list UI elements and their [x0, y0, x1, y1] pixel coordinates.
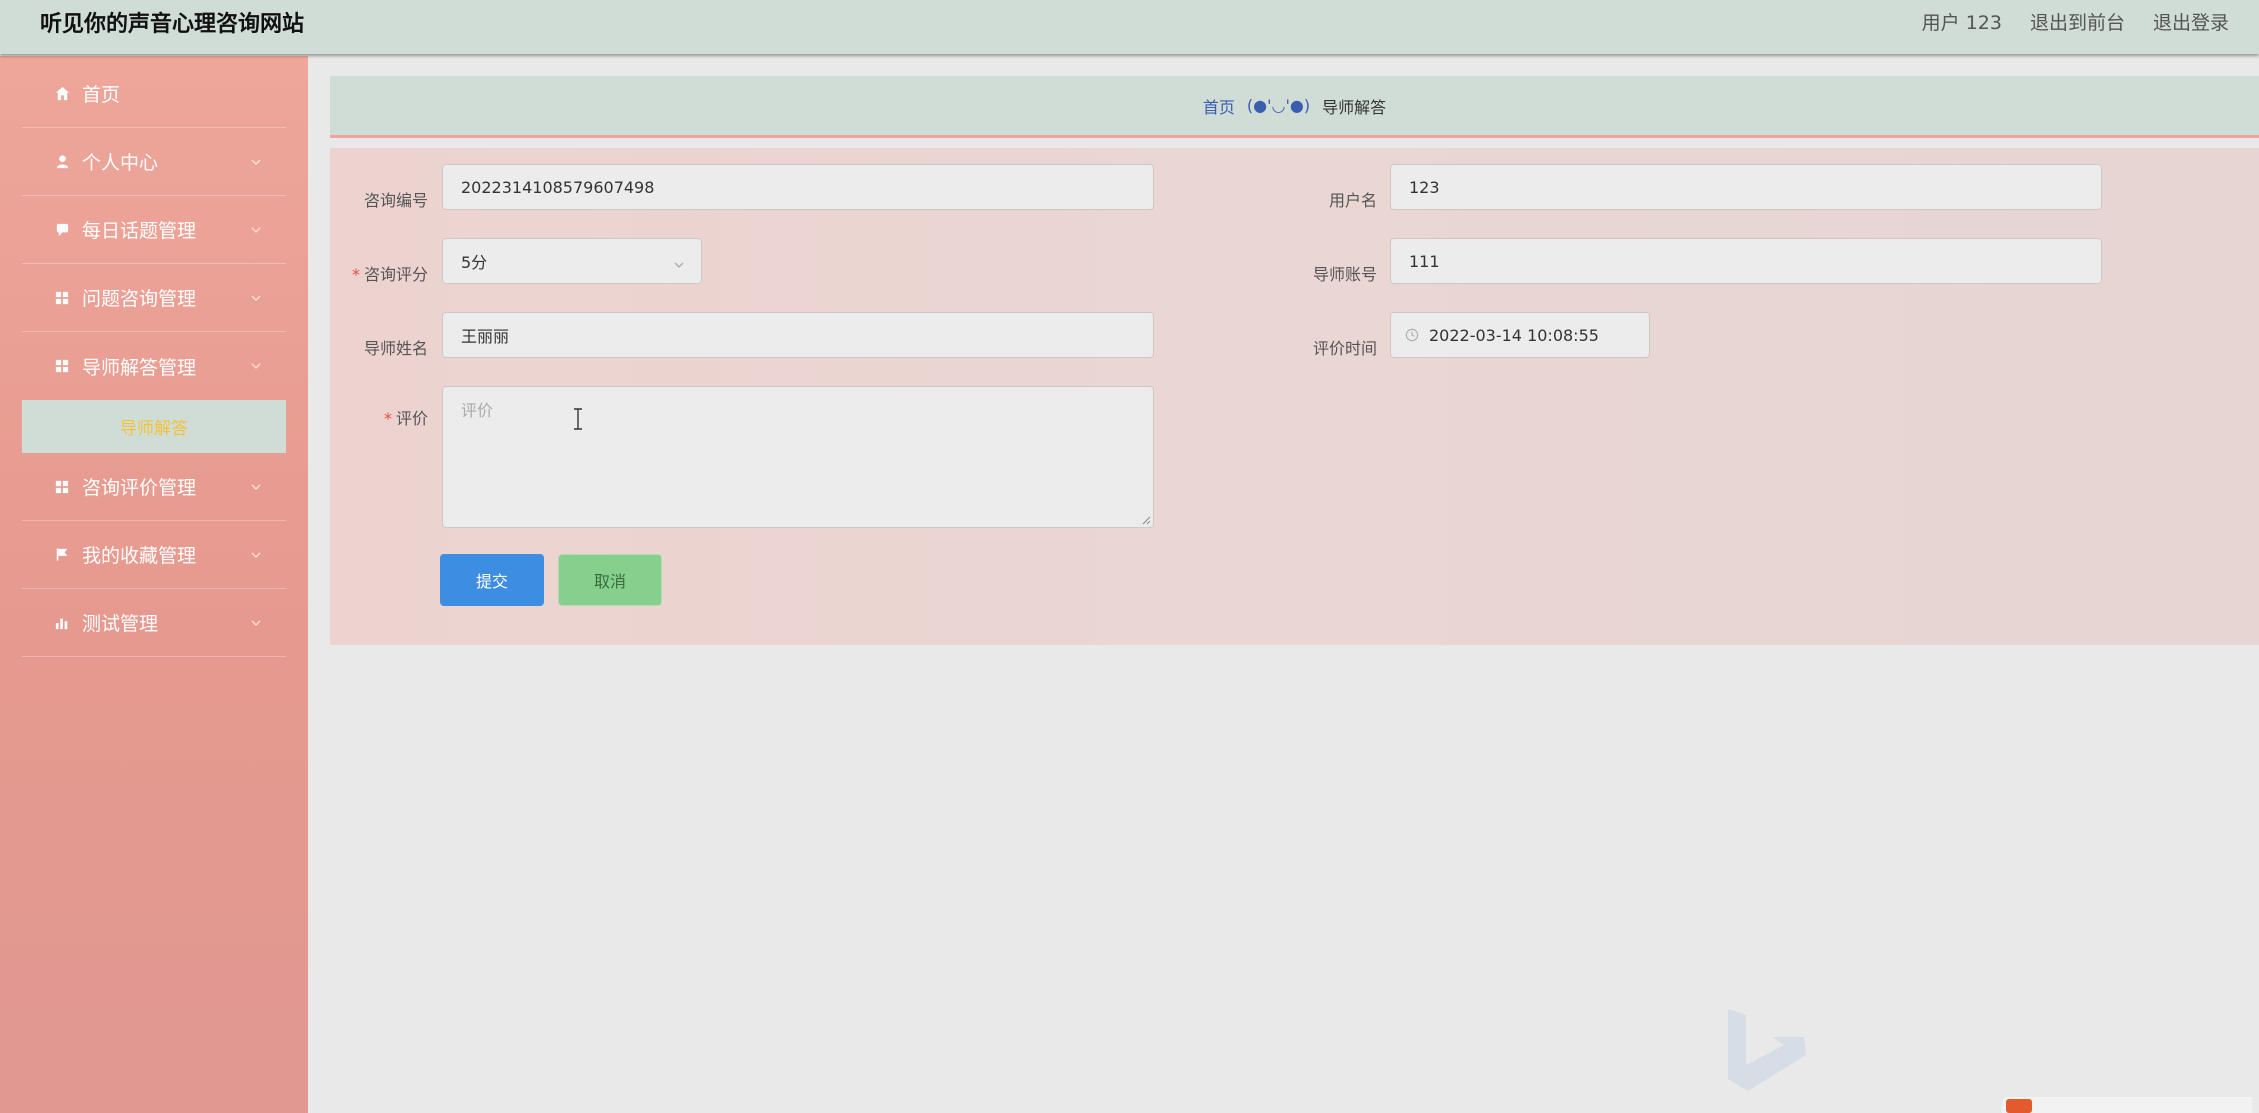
chevron-down-icon: [673, 256, 685, 268]
mentor-account-value: 111: [1409, 251, 1440, 271]
chevron-down-icon: [250, 292, 262, 304]
submit-button[interactable]: 提交: [440, 554, 544, 606]
mentor-name-field[interactable]: 王丽丽: [442, 312, 1154, 358]
chevron-down-icon: [250, 224, 262, 236]
sidebar-item-label: 每日话题管理: [82, 220, 197, 242]
logout-link[interactable]: 退出登录: [2153, 8, 2229, 35]
cancel-button[interactable]: 取消: [558, 554, 662, 606]
rating-select[interactable]: 5分: [442, 238, 702, 284]
chevron-down-icon: [250, 481, 262, 493]
ime-logo-icon: [2006, 1099, 2032, 1113]
rating-label: * 咨询评分: [351, 265, 428, 284]
grid-icon: [48, 291, 76, 305]
sidebar-item-question-consult[interactable]: 问题咨询管理: [22, 264, 286, 332]
username-value: 123: [1409, 177, 1440, 197]
sidebar-item-daily-topics[interactable]: 每日话题管理: [22, 196, 286, 264]
chevron-down-icon: [250, 617, 262, 629]
sidebar-item-label: 首页: [82, 84, 121, 106]
consult-no-value: 2022314108579607498: [461, 177, 655, 197]
grid-icon: [48, 359, 76, 373]
mentor-name-label: 导师姓名: [363, 339, 428, 358]
consult-no-label: 咨询编号: [363, 191, 428, 210]
sidebar-item-label: 导师解答管理: [82, 356, 197, 379]
required-mark: *: [383, 409, 392, 428]
sidebar-item-favorites[interactable]: 我的收藏管理: [22, 521, 286, 589]
corner-logo: [2002, 1097, 2252, 1113]
sidebar-item-consult-evaluation[interactable]: 咨询评价管理: [22, 453, 286, 521]
eval-time-field[interactable]: 2022-03-14 10:08:55: [1390, 312, 1650, 358]
eval-time-label: 评价时间: [1312, 339, 1377, 358]
user-icon: [48, 154, 76, 169]
user-label[interactable]: 用户 123: [1922, 8, 2002, 35]
comment-placeholder: 评价: [461, 401, 494, 420]
comment-label: * 评价: [383, 409, 428, 428]
grid-icon: [48, 480, 76, 494]
breadcrumb-separator: (●'◡'●): [1246, 96, 1311, 115]
eval-time-value: 2022-03-14 10:08:55: [1429, 325, 1599, 345]
bar-chart-icon: [48, 616, 76, 630]
clock-icon: [1405, 328, 1419, 342]
watermark-logo-icon: [1724, 1005, 1814, 1095]
sidebar-item-label: 个人中心: [82, 152, 159, 174]
sidebar-item-mentor-answers[interactable]: 导师解答管理: [22, 332, 286, 400]
sidebar-item-label: 我的收藏管理: [82, 545, 197, 567]
sidebar: 首页 个人中心 每日话题管理 问题咨询管理 导师解答管理 导师解答 咨询评价管理…: [0, 56, 308, 1113]
required-mark: *: [351, 265, 360, 284]
top-bar: 听见你的声音心理咨询网站 用户 123 退出到前台 退出登录: [0, 0, 2259, 54]
home-icon: [48, 86, 76, 101]
evaluation-form: 咨询编号 2022314108579607498 用户名 123 * 咨询评分 5…: [330, 148, 2259, 645]
mentor-account-label: 导师账号: [1312, 265, 1377, 284]
sidebar-item-tests[interactable]: 测试管理: [22, 589, 286, 657]
mentor-account-field[interactable]: 111: [1390, 238, 2102, 284]
site-title: 听见你的声音心理咨询网站: [40, 12, 305, 37]
sidebar-item-home[interactable]: 首页: [22, 60, 286, 128]
rating-value: 5分: [461, 253, 488, 272]
consult-no-field[interactable]: 2022314108579607498: [442, 164, 1154, 210]
chat-icon: [48, 222, 76, 237]
breadcrumb-home-link[interactable]: 首页: [1203, 94, 1235, 118]
chevron-down-icon: [250, 360, 262, 372]
chevron-down-icon: [250, 156, 262, 168]
breadcrumb: 首页 (●'◡'●) 导师解答: [330, 76, 2259, 138]
back-to-front-link[interactable]: 退出到前台: [2030, 8, 2125, 35]
breadcrumb-current: 导师解答: [1322, 97, 1387, 117]
sidebar-item-label: 测试管理: [82, 613, 159, 635]
username-field[interactable]: 123: [1390, 164, 2102, 210]
sidebar-subitem-mentor-answer[interactable]: 导师解答: [22, 400, 286, 453]
sidebar-item-label: 咨询评价管理: [82, 477, 197, 499]
username-label: 用户名: [1328, 191, 1377, 210]
top-links: 用户 123 退出到前台 退出登录: [1922, 8, 2229, 35]
mentor-name-value: 王丽丽: [461, 327, 510, 346]
sidebar-item-label: 问题咨询管理: [82, 288, 197, 310]
text-cursor-icon: [572, 408, 584, 430]
sidebar-item-personal-center[interactable]: 个人中心: [22, 128, 286, 196]
resize-handle-icon: [1141, 515, 1151, 525]
chevron-down-icon: [250, 549, 262, 561]
main-content: 首页 (●'◡'●) 导师解答 咨询编号 2022314108579607498…: [330, 76, 2259, 645]
comment-textarea[interactable]: 评价: [442, 386, 1154, 528]
flag-icon: [48, 547, 76, 562]
